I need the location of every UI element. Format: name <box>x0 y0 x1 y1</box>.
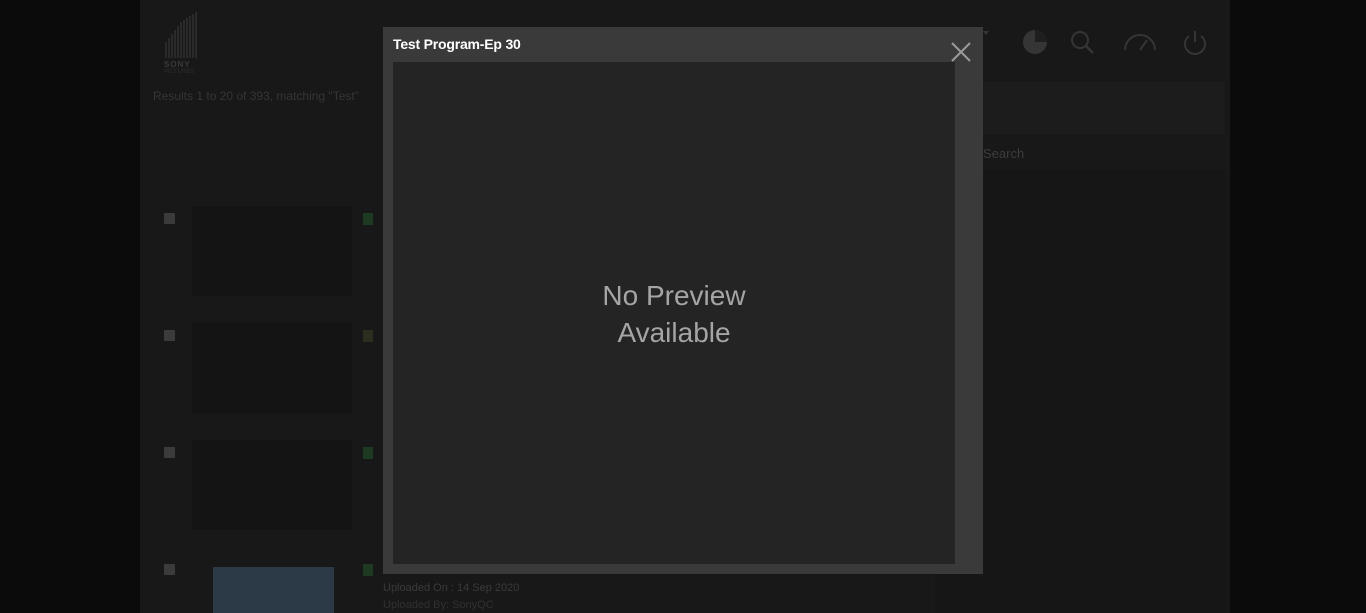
logo-bars-icon <box>165 12 197 58</box>
preview-modal: Test Program-Ep 30 No Preview Available <box>383 27 983 574</box>
status-icon <box>363 447 373 459</box>
no-preview-line2: Available <box>617 317 731 348</box>
row-thumbnail[interactable] <box>192 206 352 296</box>
status-icon <box>363 330 373 342</box>
row-checkbox[interactable] <box>164 447 175 458</box>
row-thumbnail[interactable] <box>192 440 352 530</box>
no-preview-message: No Preview Available <box>393 277 955 351</box>
modal-title: Test Program-Ep 30 <box>393 36 521 52</box>
row-thumbnail[interactable] <box>213 567 334 613</box>
logo-text: SONY <box>164 60 191 69</box>
row-upload-date: Uploaded On : 14 Sep 2020 <box>383 582 520 594</box>
dashboard-icon[interactable] <box>1122 28 1158 56</box>
close-icon[interactable] <box>949 40 973 64</box>
media-preview[interactable]: No Preview Available <box>393 62 955 564</box>
row-checkbox[interactable] <box>164 330 175 341</box>
status-icon <box>363 213 373 225</box>
dropdown-caret-icon[interactable] <box>983 30 989 36</box>
no-preview-line1: No Preview <box>602 280 746 311</box>
logo-subtext: PICTURES <box>164 69 195 75</box>
pie-chart-icon[interactable] <box>1021 28 1049 56</box>
row-uploader: Uploaded By: SonyQC <box>383 599 494 611</box>
results-summary: Results 1 to 20 of 393, matching "Test" <box>153 89 359 103</box>
power-icon[interactable] <box>1181 28 1209 56</box>
brand-logo: SONY PICTURES <box>162 12 202 75</box>
row-thumbnail[interactable] <box>192 323 352 413</box>
status-icon <box>363 564 373 576</box>
search-icon[interactable] <box>1068 28 1096 56</box>
row-checkbox[interactable] <box>164 564 175 575</box>
search-link[interactable]: Search <box>983 146 1024 161</box>
row-checkbox[interactable] <box>164 213 175 224</box>
